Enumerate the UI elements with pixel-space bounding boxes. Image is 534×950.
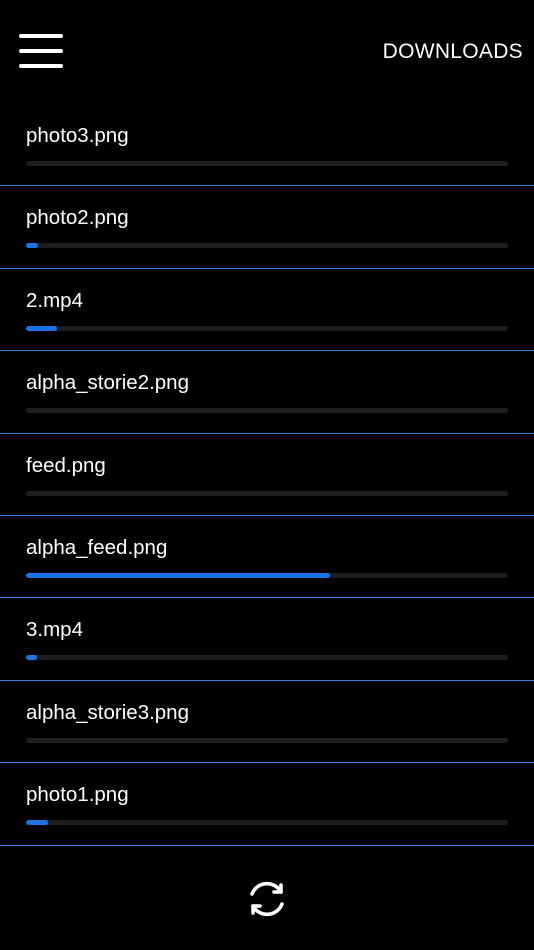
page-title: DOWNLOADS <box>382 40 523 63</box>
progress-bar <box>26 490 508 496</box>
refresh-icon <box>250 881 284 917</box>
progress-bar <box>26 572 508 578</box>
progress-bar <box>26 737 508 743</box>
progress-fill <box>26 820 48 826</box>
progress-fill <box>26 325 58 331</box>
progress-bar <box>26 655 508 661</box>
refresh-button[interactable] <box>244 876 290 922</box>
download-filename: 2.mp4 <box>26 288 83 312</box>
download-row[interactable]: 2.mp4 <box>0 269 534 352</box>
download-filename: alpha_storie2.png <box>26 371 189 395</box>
download-filename: 3.mp4 <box>26 618 83 642</box>
progress-bar <box>26 243 508 249</box>
download-row[interactable]: photo3.png <box>0 104 534 187</box>
download-filename: alpha_storie3.png <box>26 700 189 724</box>
progress-bar <box>26 161 508 166</box>
download-filename: photo2.png <box>26 206 129 230</box>
download-row[interactable]: feed.png <box>0 434 534 516</box>
download-row[interactable]: 3.mp4 <box>0 598 534 681</box>
progress-bar <box>26 820 508 826</box>
download-filename: photo3.png <box>26 124 129 147</box>
download-filename: alpha_feed.png <box>26 535 168 559</box>
progress-fill <box>26 243 39 249</box>
progress-fill <box>26 572 330 578</box>
download-row[interactable]: alpha_storie3.png <box>0 681 534 764</box>
download-row[interactable]: alpha_storie2.png <box>0 351 534 434</box>
download-row[interactable]: photo2.png <box>0 186 534 269</box>
download-filename: feed.png <box>26 453 106 477</box>
download-row[interactable]: photo1.png <box>0 763 534 846</box>
download-row[interactable]: alpha_feed.png <box>0 516 534 599</box>
download-filename: photo1.png <box>26 783 129 807</box>
progress-bar <box>26 408 508 414</box>
header-bar: DOWNLOADS <box>0 0 534 104</box>
progress-fill <box>26 655 37 661</box>
downloads-list: photo3.png photo2.png 2.mp4 alpha_storie2.p… <box>0 104 534 846</box>
menu-button[interactable] <box>18 32 64 70</box>
progress-bar <box>26 325 508 331</box>
